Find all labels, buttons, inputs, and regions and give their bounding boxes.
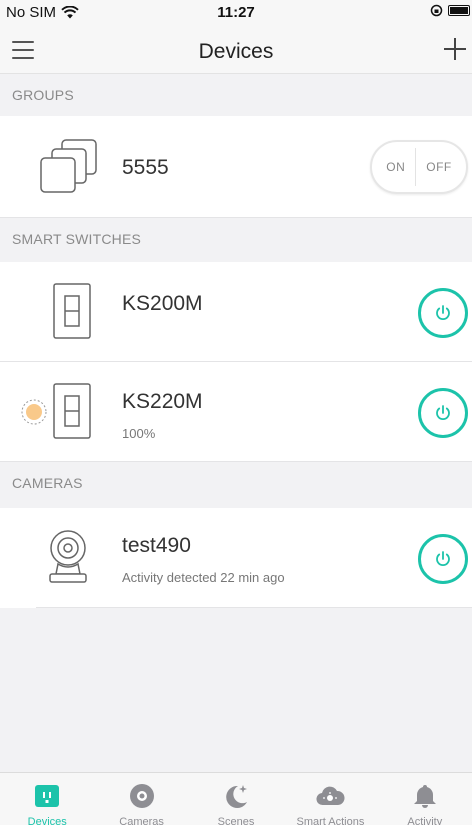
switch-row-ks200m[interactable]: KS200M bbox=[0, 262, 472, 362]
page-title: Devices bbox=[198, 40, 274, 63]
moon-icon bbox=[226, 785, 248, 808]
row-divider bbox=[36, 607, 472, 608]
cloud-icon bbox=[316, 786, 345, 806]
tab-label: Scenes bbox=[217, 816, 255, 825]
device-name: KS220M bbox=[122, 390, 203, 413]
section-header-groups: GROUPS bbox=[0, 74, 472, 116]
group-devices-icon bbox=[40, 139, 97, 193]
nav-bar: Devices bbox=[0, 28, 472, 74]
status-right bbox=[430, 4, 470, 17]
light-switch-icon bbox=[53, 283, 91, 339]
camera-row-test490[interactable]: test490 Activity detected 22 min ago bbox=[0, 508, 472, 608]
switch-row-ks220m[interactable]: KS220M 100% bbox=[0, 362, 472, 462]
device-name: KS200M bbox=[122, 292, 203, 315]
brightness-value: 100% bbox=[122, 426, 156, 441]
device-name: test490 bbox=[122, 534, 191, 557]
dimmer-indicator-icon bbox=[21, 399, 47, 425]
add-device-button[interactable] bbox=[440, 34, 470, 64]
group-off-button[interactable]: OFF bbox=[416, 160, 462, 174]
section-header-smart-switches: SMART SWITCHES bbox=[0, 218, 472, 260]
group-on-button[interactable]: ON bbox=[376, 160, 415, 174]
tab-label: Cameras bbox=[119, 816, 164, 825]
tab-devices[interactable]: Devices bbox=[0, 773, 94, 825]
power-button[interactable] bbox=[418, 388, 468, 438]
power-button[interactable] bbox=[418, 288, 468, 338]
bell-icon bbox=[413, 785, 436, 808]
tab-label: Devices bbox=[27, 816, 67, 825]
tab-activity[interactable]: Activity bbox=[378, 773, 472, 825]
power-button[interactable] bbox=[418, 534, 468, 584]
tab-cameras[interactable]: Cameras bbox=[94, 773, 188, 825]
devices-icon bbox=[35, 785, 60, 807]
tab-scenes[interactable]: Scenes bbox=[189, 773, 283, 825]
tab-bar: Devices Cameras Scenes Smart Actions Act… bbox=[0, 772, 472, 825]
tab-smart-actions[interactable]: Smart Actions bbox=[283, 773, 377, 825]
section-header-cameras: CAMERAS bbox=[0, 462, 472, 504]
camera-device-icon bbox=[49, 530, 87, 583]
group-row[interactable]: 5555 ON OFF bbox=[0, 116, 472, 218]
group-on-off-toggle: ON OFF bbox=[370, 140, 468, 194]
tab-label: Smart Actions bbox=[296, 816, 365, 825]
clock: 11:27 bbox=[217, 4, 255, 21]
power-icon bbox=[436, 405, 450, 420]
tab-label: Activity bbox=[407, 816, 443, 825]
power-icon bbox=[436, 305, 450, 320]
status-bar: No SIM 11:27 bbox=[0, 0, 472, 28]
group-name: 5555 bbox=[122, 156, 169, 179]
power-icon bbox=[436, 551, 450, 566]
rotation-lock-icon bbox=[430, 4, 443, 17]
camera-icon bbox=[129, 784, 154, 808]
battery-icon bbox=[448, 5, 470, 16]
camera-activity-status: Activity detected 22 min ago bbox=[122, 570, 285, 585]
light-switch-icon bbox=[53, 383, 91, 439]
